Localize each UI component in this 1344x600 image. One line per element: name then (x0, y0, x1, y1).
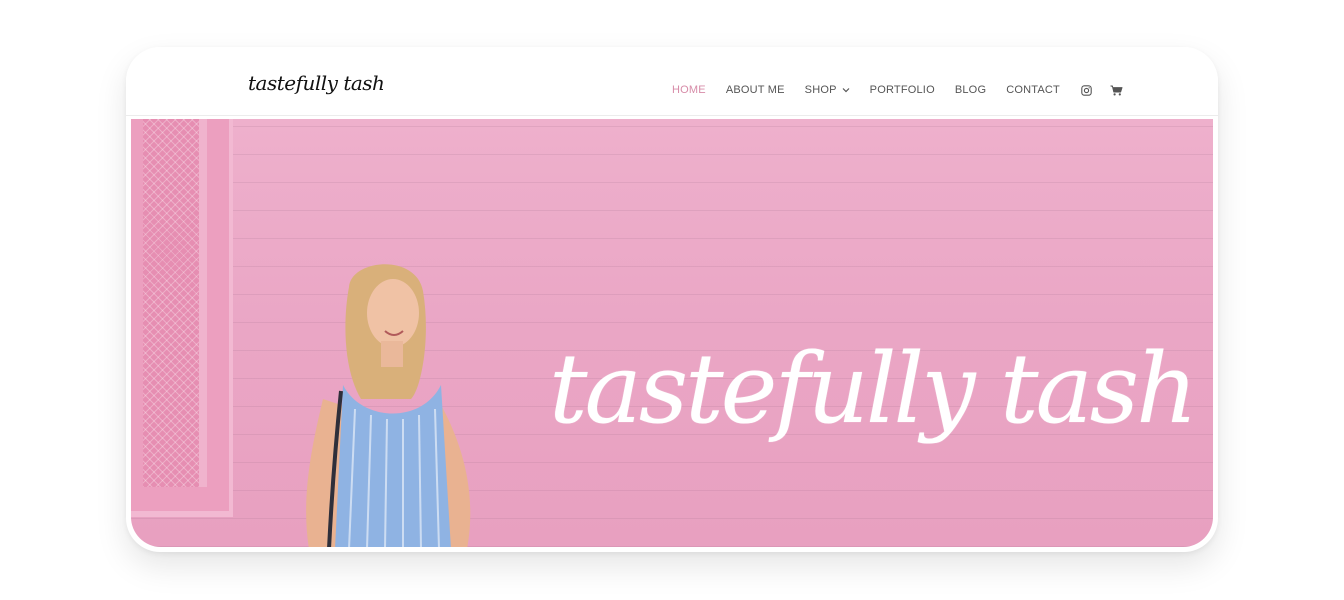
nav-item-label: BLOG (954, 84, 987, 96)
logo-text: tastefully tash (248, 71, 385, 95)
chevron-down-icon (842, 88, 850, 93)
nav-item-contact[interactable]: CONTACT (1006, 84, 1060, 96)
nav-item-blog[interactable]: BLOG (955, 84, 986, 96)
window-mesh (143, 119, 207, 487)
site-logo[interactable]: tastefully tash (248, 63, 385, 111)
page-stage: tastefully tash HOME ABOUT ME SHOP PORTF… (0, 0, 1344, 600)
nav-item-label: HOME (672, 84, 706, 96)
window-frame (131, 119, 233, 517)
nav-item-about-me[interactable]: ABOUT ME (726, 84, 785, 96)
hero-photo-woman (306, 264, 471, 547)
nav-item-label: SHOP (804, 84, 837, 96)
nav-item-label: ABOUT ME (725, 84, 785, 96)
main-nav: HOME ABOUT ME SHOP PORTFOLIO BLOG CONTAC… (672, 81, 1140, 99)
cart-icon[interactable] (1110, 83, 1124, 97)
device-frame: tastefully tash HOME ABOUT ME SHOP PORTF… (126, 47, 1218, 552)
nav-item-label: PORTFOLIO (869, 84, 935, 96)
nav-item-label: CONTACT (1006, 84, 1060, 96)
nav-item-portfolio[interactable]: PORTFOLIO (870, 84, 935, 96)
nav-item-home[interactable]: HOME (672, 84, 706, 96)
hero-banner: tastefully tash (131, 119, 1213, 547)
site-header: tastefully tash HOME ABOUT ME SHOP PORTF… (126, 47, 1218, 116)
instagram-icon[interactable] (1080, 83, 1094, 97)
hero-title: tastefully tash (549, 333, 1198, 445)
nav-item-shop[interactable]: SHOP (805, 84, 850, 96)
